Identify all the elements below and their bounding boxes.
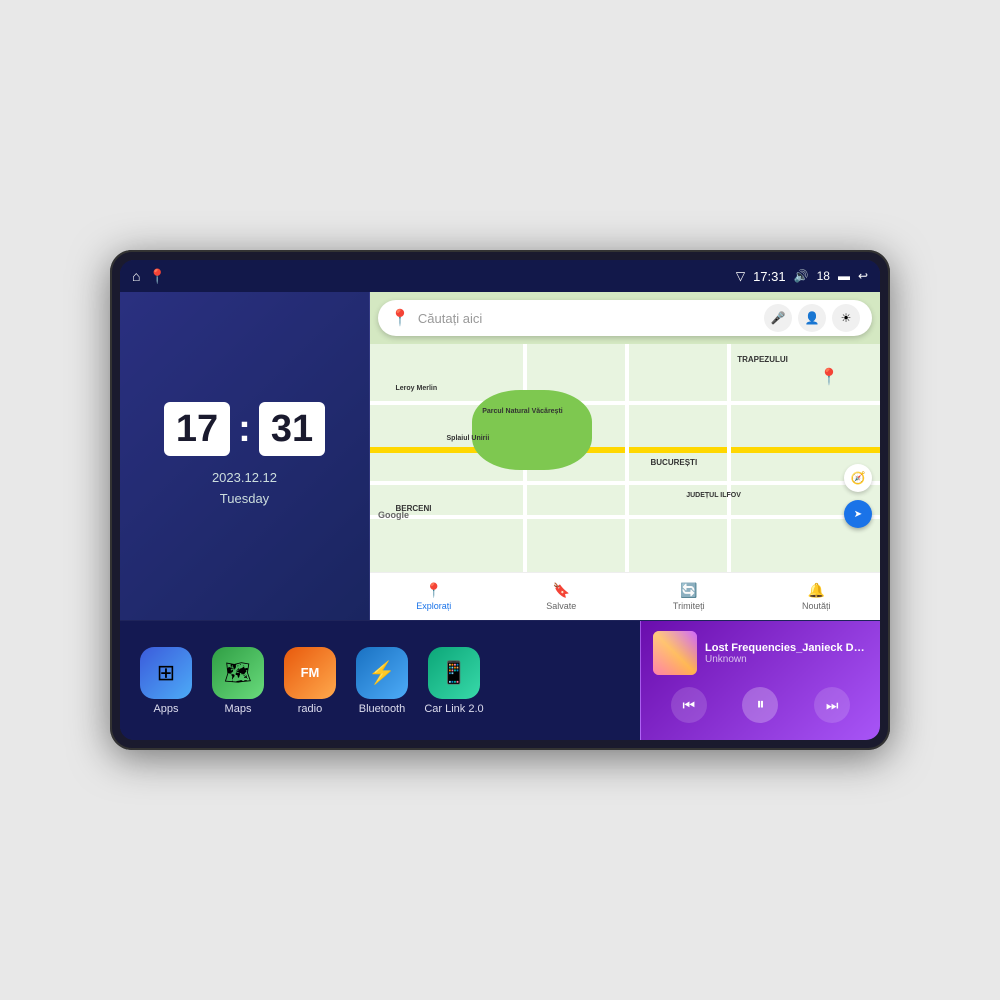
apps-label: Apps — [153, 703, 178, 715]
maps-icon: 🗺 — [212, 647, 264, 699]
map-location-pin: 📍 — [819, 367, 839, 387]
map-visual: Parcul Natural Văcărești BUCUREȘTI JUDEȚ… — [370, 344, 880, 572]
clock-minutes: 31 — [259, 402, 325, 456]
map-tab-trimiteti[interactable]: 🔄 Trimiteți — [625, 573, 753, 620]
map-tab-salvate[interactable]: 🔖 Salvate — [498, 573, 626, 620]
album-image — [653, 631, 697, 675]
carlink-label: Car Link 2.0 — [424, 703, 483, 715]
map-tab-explorati[interactable]: 📍 Explorați — [370, 573, 498, 620]
carlink-icon: 📱 — [428, 647, 480, 699]
map-bottom-tabs: 📍 Explorați 🔖 Salvate 🔄 Trimiteți � — [370, 572, 880, 620]
map-label-bucharest: BUCUREȘTI — [651, 458, 698, 467]
map-road — [625, 344, 629, 572]
music-artist: Unknown — [705, 654, 868, 665]
music-top: Lost Frequencies_Janieck Devy-... Unknow… — [653, 631, 868, 675]
battery-level: 18 — [817, 269, 830, 283]
trimiteti-icon: 🔄 — [680, 582, 697, 599]
noutati-icon: 🔔 — [808, 582, 825, 599]
app-icon-carlink[interactable]: 📱 Car Link 2.0 — [424, 647, 484, 715]
more-options-btn[interactable]: ☀ — [832, 304, 860, 332]
music-next-btn[interactable]: ⏭ — [814, 687, 850, 723]
main-content: 17 : 31 2023.12.12 Tuesday 📍 Căutați aic… — [120, 292, 880, 740]
map-pin-icon: 📍 — [390, 308, 410, 328]
maps-label: Maps — [225, 703, 252, 715]
clock-display: 17 : 31 — [164, 402, 325, 456]
radio-icon: FM — [284, 647, 336, 699]
app-icon-bluetooth[interactable]: ⚡ Bluetooth — [352, 647, 412, 715]
status-time: 17:31 — [753, 269, 786, 284]
map-area: 📍 Căutați aici 🎤 👤 ☀ — [370, 292, 880, 620]
maps-shortcut-icon[interactable]: 📍 — [148, 268, 165, 285]
explorati-label: Explorați — [416, 601, 451, 611]
app-icon-maps[interactable]: 🗺 Maps — [208, 647, 268, 715]
app-icon-radio[interactable]: FM radio — [280, 647, 340, 715]
map-search-actions: 🎤 👤 ☀ — [764, 304, 860, 332]
map-navigate-btn[interactable]: ➤ — [844, 500, 872, 528]
map-label-leroy: Leroy Merlin — [396, 385, 438, 392]
voice-search-btn[interactable]: 🎤 — [764, 304, 792, 332]
clock-widget: 17 : 31 2023.12.12 Tuesday — [120, 292, 370, 620]
profile-btn[interactable]: 👤 — [798, 304, 826, 332]
music-title: Lost Frequencies_Janieck Devy-... — [705, 642, 868, 654]
home-icon[interactable]: ⌂ — [132, 268, 140, 284]
music-info: Lost Frequencies_Janieck Devy-... Unknow… — [705, 642, 868, 665]
map-tab-noutati[interactable]: 🔔 Noutăți — [753, 573, 881, 620]
app-icons-area: ⊞ Apps 🗺 Maps FM radio ⚡ Bluetooth — [120, 621, 640, 740]
salvate-icon: 🔖 — [553, 582, 570, 599]
status-left-icons: ⌂ 📍 — [132, 268, 166, 285]
screen: ⌂ 📍 ▽ 17:31 🔊 18 ▬ ↩ 17 : — [120, 260, 880, 740]
park-area — [472, 390, 592, 470]
map-label-trapezului: TRAPEZULUI — [737, 355, 788, 364]
map-label-splaiul: Splaiul Unirii — [447, 435, 490, 442]
music-controls: ⏮ ⏸ ⏭ — [653, 687, 868, 723]
google-logo: Google — [378, 510, 409, 520]
noutati-label: Noutăți — [802, 601, 831, 611]
map-compass-btn[interactable]: 🧭 — [844, 464, 872, 492]
app-icon-apps[interactable]: ⊞ Apps — [136, 647, 196, 715]
album-art — [653, 631, 697, 675]
salvate-label: Salvate — [546, 601, 576, 611]
status-right-info: ▽ 17:31 🔊 18 ▬ ↩ — [736, 269, 868, 284]
map-search-placeholder[interactable]: Căutați aici — [418, 311, 756, 326]
bluetooth-label: Bluetooth — [359, 703, 405, 715]
map-background: Parcul Natural Văcărești BUCUREȘTI JUDEȚ… — [370, 344, 880, 572]
map-label-park: Parcul Natural Văcărești — [482, 408, 563, 415]
bottom-section: ⊞ Apps 🗺 Maps FM radio ⚡ Bluetooth — [120, 620, 880, 740]
trimiteti-label: Trimiteți — [673, 601, 705, 611]
apps-icon: ⊞ — [140, 647, 192, 699]
status-bar: ⌂ 📍 ▽ 17:31 🔊 18 ▬ ↩ — [120, 260, 880, 292]
radio-label: radio — [298, 703, 322, 715]
clock-separator: : — [238, 408, 251, 451]
clock-hours: 17 — [164, 402, 230, 456]
map-road — [727, 344, 731, 572]
back-icon[interactable]: ↩ — [858, 269, 868, 283]
map-search-bar[interactable]: 📍 Căutați aici 🎤 👤 ☀ — [378, 300, 872, 336]
car-head-unit: ⌂ 📍 ▽ 17:31 🔊 18 ▬ ↩ 17 : — [110, 250, 890, 750]
clock-date: 2023.12.12 Tuesday — [212, 468, 277, 510]
music-play-btn[interactable]: ⏸ — [742, 687, 778, 723]
volume-icon[interactable]: 🔊 — [794, 269, 809, 283]
signal-icon: ▽ — [736, 269, 745, 283]
bluetooth-icon: ⚡ — [356, 647, 408, 699]
music-prev-btn[interactable]: ⏮ — [671, 687, 707, 723]
battery-icon: ▬ — [838, 269, 850, 283]
explorati-icon: 📍 — [425, 582, 442, 599]
music-player: Lost Frequencies_Janieck Devy-... Unknow… — [640, 621, 880, 740]
map-label-ilfov: JUDEȚUL ILFOV — [686, 492, 741, 499]
top-section: 17 : 31 2023.12.12 Tuesday 📍 Căutați aic… — [120, 292, 880, 620]
